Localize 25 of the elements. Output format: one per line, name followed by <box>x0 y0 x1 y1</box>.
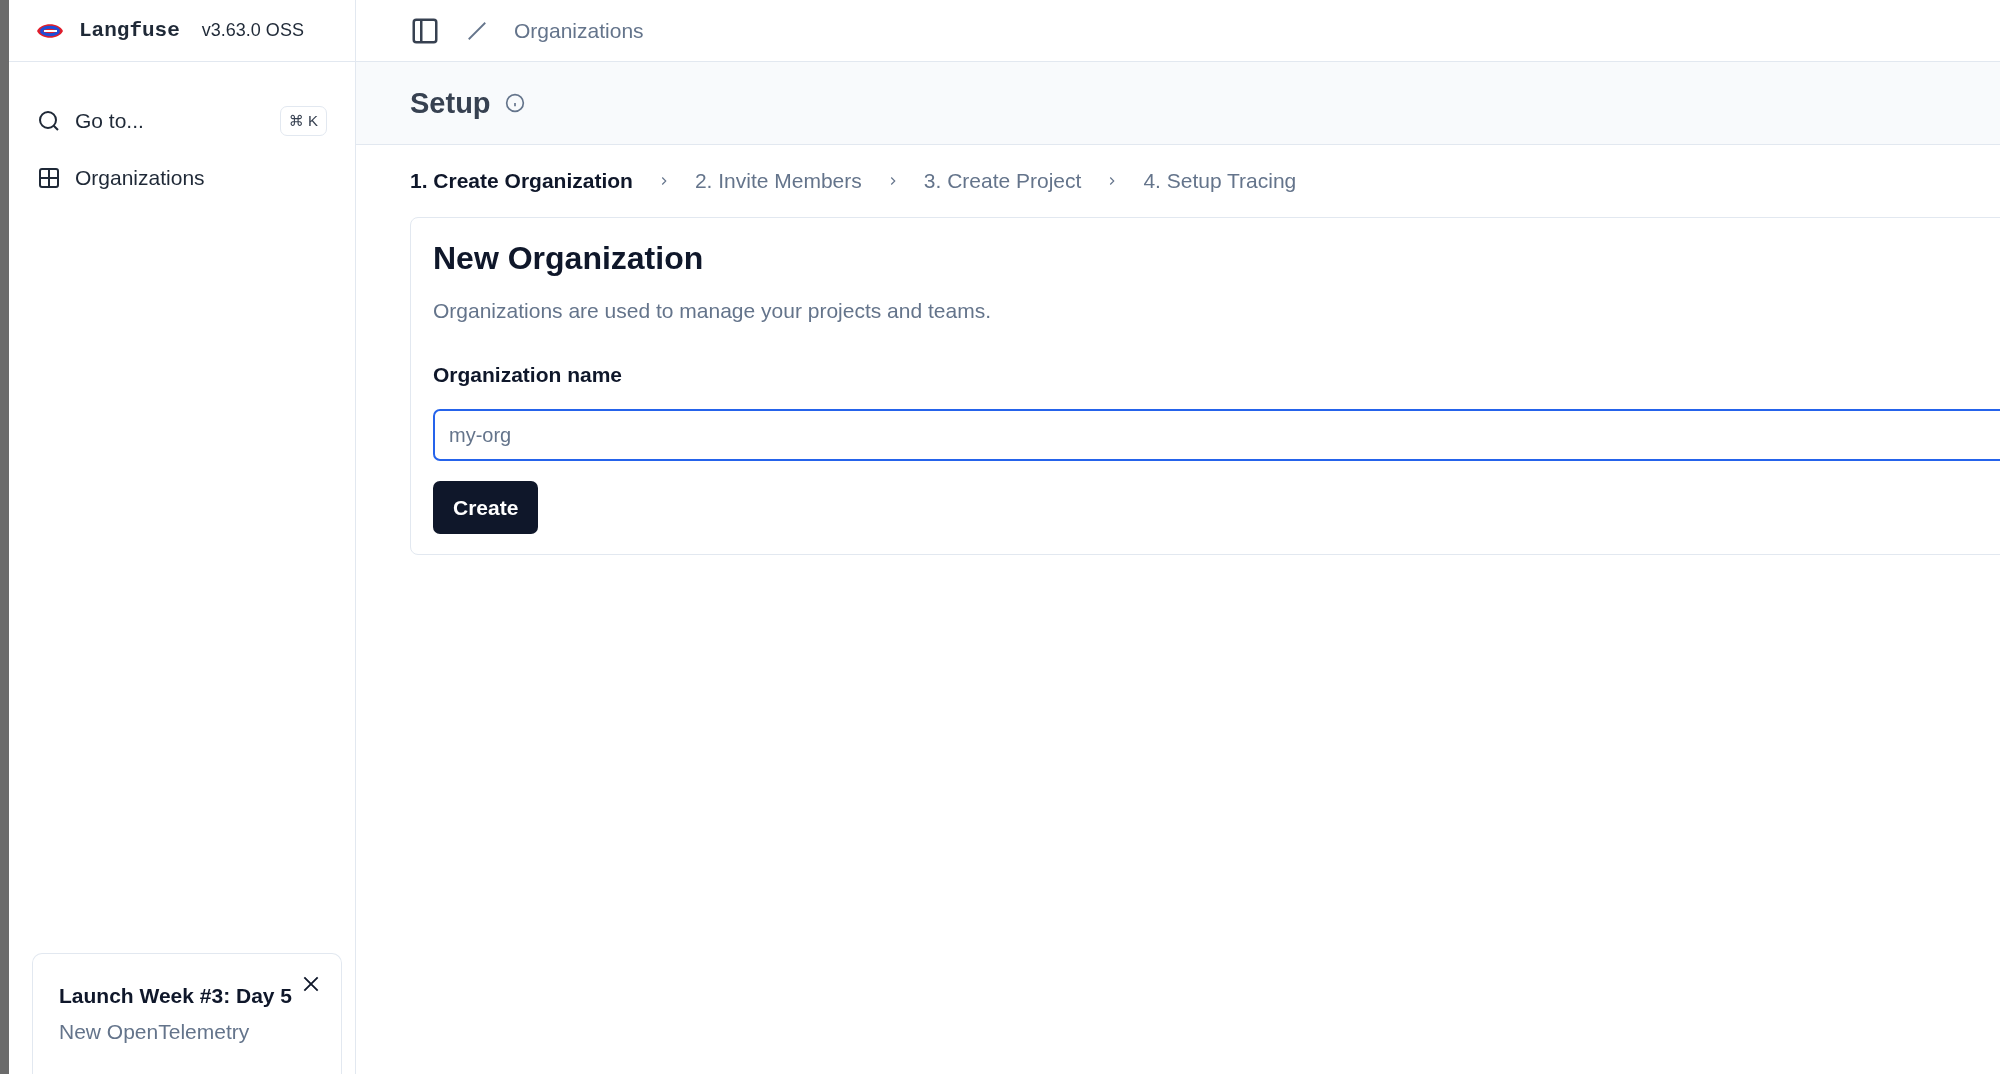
promo-text: New OpenTelemetry <box>59 1020 251 1044</box>
page-title: Setup <box>410 86 491 120</box>
create-button[interactable]: Create <box>433 481 539 534</box>
version-label: v3.63.0 OSS <box>201 20 304 41</box>
slash-icon <box>466 19 488 42</box>
card-title: New Organization <box>433 240 705 277</box>
field-label: Organization name <box>433 363 624 387</box>
brand-name: Langfuse <box>79 19 180 42</box>
input-field[interactable]: my-org <box>433 409 2000 461</box>
step-link[interactable]: 2. Invite Members <box>694 169 862 193</box>
promo-title: Launch Week #3: Day 5 <box>59 984 293 1008</box>
step-link[interactable]: 1. Create Organization <box>410 169 633 193</box>
step-link[interactable]: 3. Create Project <box>923 169 1082 193</box>
shortcut-key: ⌘ K <box>279 106 327 136</box>
card-description: Organizations are used to manage your projects and teams. <box>433 299 992 323</box>
search-icon <box>37 109 61 133</box>
info-icon <box>504 93 525 113</box>
grid-icon <box>37 166 61 190</box>
nav-item[interactable]: Organizations <box>27 156 337 200</box>
goto-search[interactable]: Go to... ⌘ K <box>27 96 337 146</box>
nav-label: Go to... <box>75 109 145 133</box>
step-link[interactable]: 4. Setup Tracing <box>1143 169 1297 193</box>
breadcrumb-link[interactable]: Organizations <box>514 18 644 43</box>
close-icon <box>301 974 321 994</box>
nav-label: Organizations <box>75 166 206 190</box>
